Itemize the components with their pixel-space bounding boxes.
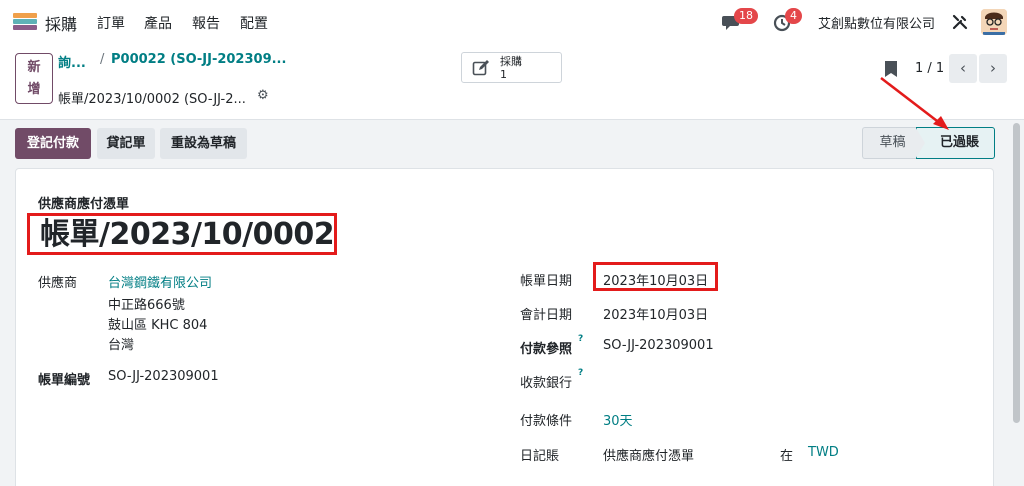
bill-reference-label: 帳單編號 [38, 373, 91, 388]
credit-note-button[interactable]: 貸記單 [97, 128, 155, 159]
scrollbar-thumb[interactable] [1013, 123, 1020, 423]
move-type-subtitle: 供應商應付憑單 [38, 197, 130, 212]
gear-icon[interactable]: ⚙ [257, 88, 269, 103]
user-avatar[interactable] [981, 9, 1007, 35]
smart-button-label: 採購 [500, 55, 522, 68]
company-switcher[interactable]: 艾創點數位有限公司 [818, 13, 935, 32]
breadcrumb-rfq[interactable]: 詢... [58, 52, 86, 71]
edit-icon [472, 60, 489, 76]
accounting-date-field[interactable]: 2023年10月03日 [603, 304, 708, 323]
pager-next-button[interactable]: › [979, 54, 1007, 83]
activities-badge: 4 [785, 8, 802, 24]
register-payment-button[interactable]: 登記付款 [15, 128, 91, 159]
vendor-address-line2: 鼓山區 KHC 804 [108, 318, 208, 333]
payment-terms-field[interactable]: 30天 [603, 410, 633, 429]
recipient-bank-label: 收款銀行 [520, 376, 573, 391]
new-button-label-1: 新 [27, 60, 41, 75]
vendor-address-line3: 台灣 [108, 338, 135, 353]
payment-terms-label: 付款條件 [520, 414, 573, 429]
activities-button[interactable]: 4 [771, 8, 802, 34]
messages-badge: 18 [734, 8, 758, 24]
app-menu-icon[interactable] [13, 13, 37, 31]
control-panel: 新 增 詢... / P00022 (SO-JJ-202309... 帳單/20… [0, 44, 1024, 120]
record-title: 帳單/2023/10/0002 (SO-JJ-2... [58, 92, 246, 107]
payment-reference-label: 付款參照 [520, 342, 573, 357]
menu-reporting[interactable]: 報告 [192, 13, 220, 33]
bill-reference-field[interactable]: SO-JJ-202309001 [108, 369, 219, 384]
new-button-label-2: 增 [27, 82, 41, 97]
payment-reference-field[interactable]: SO-JJ-202309001 [603, 338, 714, 353]
tools-icon[interactable] [952, 14, 968, 30]
highlight-box-document-name [27, 213, 337, 255]
menu-configuration[interactable]: 配置 [240, 13, 268, 33]
journal-label: 日記賬 [520, 449, 560, 464]
app-brand[interactable]: 採購 [45, 11, 77, 35]
annotation-arrow-icon [880, 77, 949, 130]
bill-date-label: 帳單日期 [520, 274, 573, 289]
breadcrumb-purchase-order[interactable]: P00022 (SO-JJ-202309... [111, 52, 286, 67]
breadcrumb-separator: / [100, 52, 105, 67]
payment-reference-help-icon[interactable]: ? [578, 334, 583, 344]
vendor-label: 供應商 [38, 276, 78, 291]
menu-orders[interactable]: 訂單 [97, 13, 125, 33]
reset-to-draft-button[interactable]: 重設為草稿 [160, 128, 247, 159]
new-button[interactable]: 新 增 [15, 53, 53, 104]
currency-field[interactable]: TWD [808, 445, 839, 460]
journal-in-label: 在 [780, 449, 794, 464]
smart-button-count: 1 [500, 68, 507, 81]
purchase-smart-button[interactable]: 採購 1 [461, 52, 562, 83]
menu-products[interactable]: 產品 [144, 13, 172, 33]
messages-button[interactable]: 18 [720, 8, 758, 34]
vendor-link[interactable]: 台灣鋼鐵有限公司 [108, 272, 212, 291]
vendor-address-line1: 中正路666號 [108, 298, 185, 313]
recipient-bank-help-icon[interactable]: ? [578, 368, 583, 378]
journal-field[interactable]: 供應商應付憑單 [603, 445, 694, 464]
highlight-box-bill-date [593, 262, 718, 291]
accounting-date-label: 會計日期 [520, 308, 573, 323]
top-navbar: 採購 訂單 產品 報告 配置 18 4 艾創點數位有限公司 [0, 0, 1024, 44]
